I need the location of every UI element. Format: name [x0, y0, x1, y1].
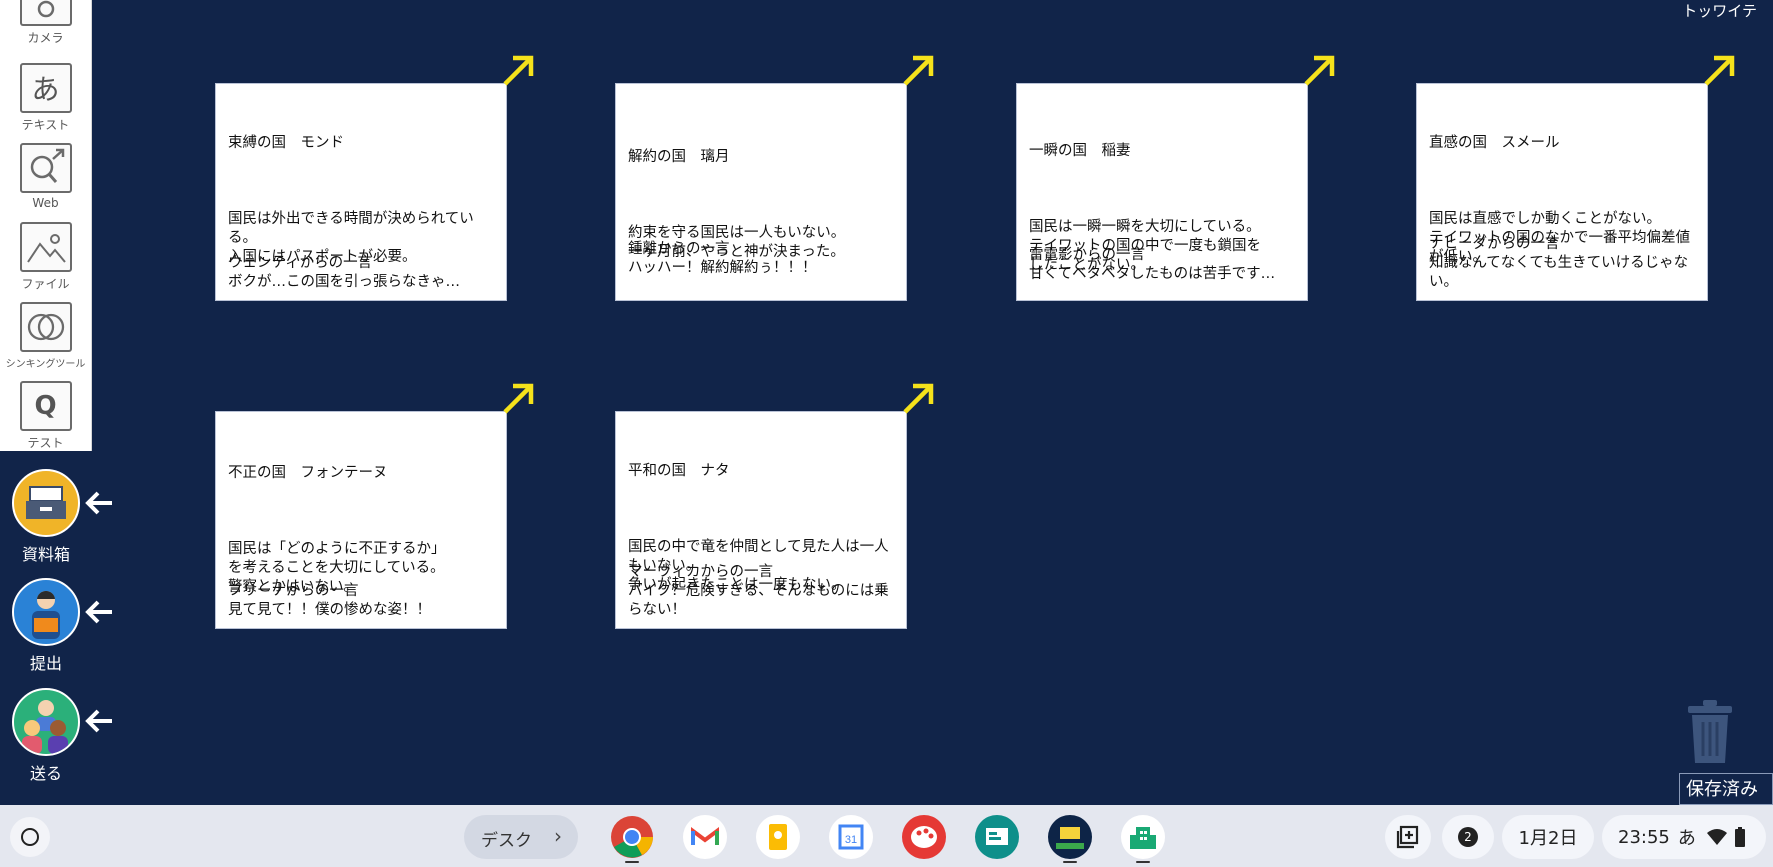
- card-inazuma[interactable]: 一瞬の国 稲妻 国民は一瞬一瞬を大切にしている。 テイワットの国の中で一度も鎖国…: [1016, 83, 1308, 301]
- test-tool[interactable]: Q テスト: [0, 381, 91, 451]
- card-mondstadt[interactable]: 束縛の国 モンド 国民は外出できる時間が決められている。 入国にはパスポートが必…: [215, 83, 507, 301]
- trash-icon[interactable]: [1684, 698, 1736, 766]
- card-footer: ナヒーダからの一言 知識なんてなくても生きていけるじゃない。: [1429, 236, 1689, 290]
- launcher-button[interactable]: [10, 817, 50, 857]
- arrow-left-icon: [85, 709, 112, 733]
- date-label: 1月2日: [1518, 828, 1578, 849]
- card-title: 直感の国 スメール: [1429, 135, 1560, 151]
- send-people-icon: [12, 688, 80, 756]
- open-arrow-icon[interactable]: [501, 382, 535, 416]
- submit-button[interactable]: 提出: [12, 578, 80, 674]
- file-tool[interactable]: ファイル: [0, 222, 91, 292]
- clipboard-button[interactable]: [1385, 815, 1431, 859]
- launcher-icon: [21, 828, 39, 846]
- send-button[interactable]: 送る: [12, 688, 80, 784]
- card-sumeru[interactable]: 直感の国 スメール 国民は直感でしか動くことがない。 テイワットの国のなかで一番…: [1416, 83, 1708, 301]
- card-footer: マーヴィカからの一言 バイク？危険すぎる、そんなものには乗らない！: [628, 564, 889, 618]
- wifi-icon: [1706, 829, 1727, 845]
- card-footer: ウェンティからの一言 ボクが…この国を引っ張らなきゃ…: [228, 255, 460, 290]
- desk-label: デスク: [481, 831, 532, 851]
- date-button[interactable]: 1月2日: [1502, 815, 1594, 859]
- status-area[interactable]: 23:55 あ: [1602, 815, 1766, 859]
- saved-status: 保存済み: [1679, 773, 1773, 805]
- running-indicator: [1136, 861, 1150, 863]
- thinking-tool[interactable]: シンキングツール: [0, 302, 91, 370]
- camera-icon: [19, 0, 72, 26]
- card-title: 一瞬の国 稲妻: [1029, 143, 1131, 159]
- file-tool-label: ファイル: [21, 277, 70, 291]
- open-arrow-icon[interactable]: [901, 54, 935, 88]
- open-arrow-icon[interactable]: [1302, 54, 1336, 88]
- text-tool-label: テキスト: [21, 118, 70, 132]
- ime-indicator: あ: [1677, 828, 1696, 849]
- running-indicator: [1063, 861, 1077, 863]
- camera-tool-label: カメラ: [27, 31, 64, 45]
- text-tool[interactable]: あ テキスト: [0, 63, 91, 133]
- clipboard-icon: [1396, 825, 1419, 849]
- document-box-icon: [12, 469, 80, 537]
- open-arrow-icon[interactable]: [901, 382, 935, 416]
- desk-button[interactable]: デスク ›: [464, 815, 578, 859]
- tool-palette: カメラ あ テキスト Web ファイル シンキングツール Q テスト: [0, 0, 92, 451]
- open-arrow-icon[interactable]: [501, 54, 535, 88]
- card-footer: フリーナからの一言 見て見て！！僕の惨めな姿！！: [228, 583, 431, 618]
- card-title: 束縛の国 モンド: [228, 135, 344, 151]
- web-tool[interactable]: Web: [0, 143, 91, 210]
- card-natlan[interactable]: 平和の国 ナタ 国民の中で竜を仲間として見た人は一人もいない。 争いが起きたこと…: [615, 411, 907, 629]
- send-label: 送る: [29, 764, 62, 783]
- gmail-icon[interactable]: [683, 815, 727, 859]
- open-arrow-icon[interactable]: [1702, 54, 1736, 88]
- document-box-button[interactable]: 資料箱: [12, 469, 80, 565]
- svg-text:31: 31: [845, 834, 857, 846]
- camera-tool[interactable]: カメラ: [0, 0, 91, 46]
- top-right-label: トッワイテ: [1682, 2, 1757, 20]
- chevron-right-icon: ›: [554, 824, 562, 848]
- submit-label: 提出: [29, 654, 62, 673]
- web-search-icon: [19, 143, 72, 193]
- submit-person-icon: [12, 578, 80, 646]
- arrow-left-icon: [85, 491, 112, 515]
- thinking-tool-label: シンキングツール: [5, 359, 86, 370]
- arrow-left-icon: [85, 600, 112, 624]
- classroom-icon[interactable]: [975, 815, 1019, 859]
- shelf: デスク › 31 2 1月2日 23:55 あ: [0, 805, 1773, 867]
- calendar-icon[interactable]: 31: [829, 815, 873, 859]
- clock-time: 23:55: [1618, 826, 1670, 848]
- card-footer: 雷電影からの一言 甘くてベタベタしたものは苦手です…: [1029, 247, 1276, 282]
- keep-icon[interactable]: [756, 815, 800, 859]
- document-box-label: 資料箱: [21, 545, 70, 564]
- test-icon: Q: [19, 381, 72, 431]
- card-title: 平和の国 ナタ: [628, 463, 730, 479]
- notification-button[interactable]: 2: [1442, 815, 1494, 859]
- test-tool-label: テスト: [27, 436, 64, 450]
- running-indicator: [625, 861, 639, 863]
- text-icon: あ: [19, 63, 72, 113]
- image-file-icon: [19, 222, 72, 272]
- building-app-icon[interactable]: [1121, 815, 1165, 859]
- card-title: 解約の国 璃月: [628, 149, 730, 165]
- card-liyue[interactable]: 解約の国 璃月 約束を守る国民は一人もいない。 一ヶ月前、やっと神が決まった。 …: [615, 83, 907, 301]
- card-footer: 鍾離からの一言 ハッハー！解約解約ぅ！！！: [628, 241, 817, 276]
- school-app-icon[interactable]: [1048, 815, 1092, 859]
- chrome-icon[interactable]: [610, 815, 654, 859]
- thinking-tool-icon: [19, 302, 72, 352]
- card-title: 不正の国 フォンテーヌ: [228, 465, 388, 481]
- card-fontaine[interactable]: 不正の国 フォンテーヌ 国民は「どのように不正するか」 を考えることを大切にして…: [215, 411, 507, 629]
- notification-count: 2: [1458, 827, 1478, 847]
- web-tool-label: Web: [32, 196, 59, 210]
- paint-icon[interactable]: [902, 815, 946, 859]
- battery-icon: [1734, 827, 1745, 847]
